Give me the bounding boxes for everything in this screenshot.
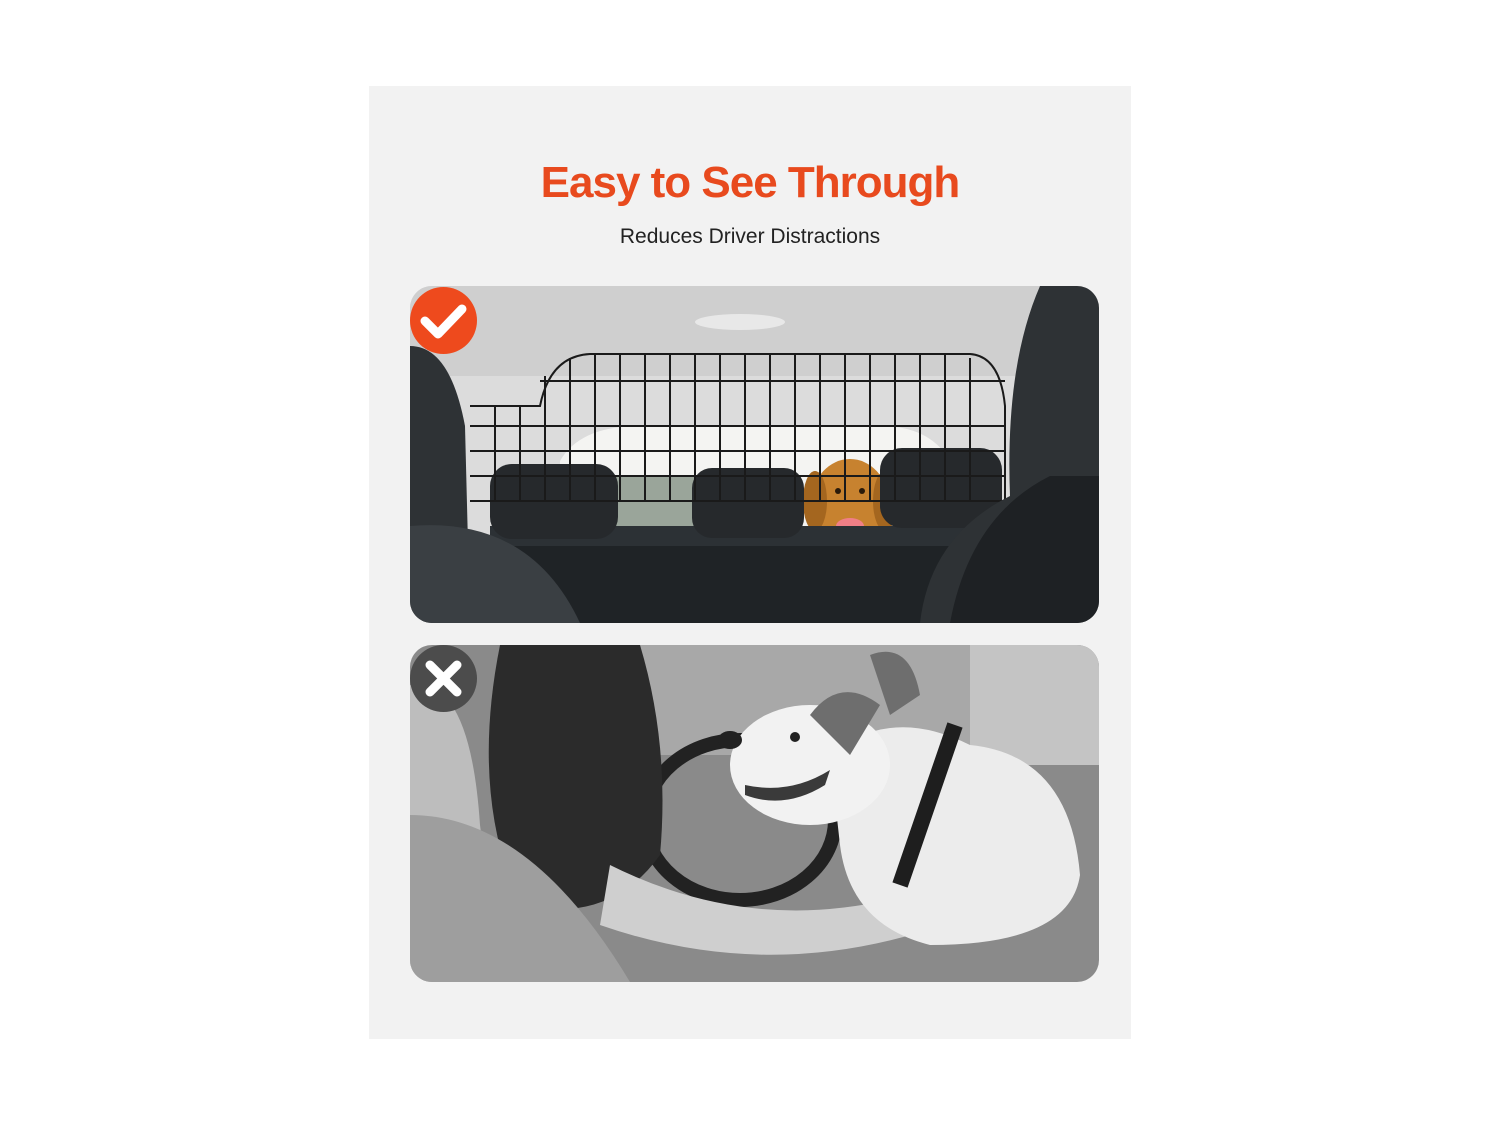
- barrier-photo: [410, 286, 1099, 623]
- page-subtitle: Reduces Driver Distractions: [619, 225, 881, 248]
- distraction-photo: [410, 645, 1099, 982]
- checkmark-icon: [420, 304, 467, 339]
- x-mark-icon: [425, 660, 462, 697]
- x-mark-badge: [410, 645, 477, 712]
- checkmark-badge: [410, 287, 477, 354]
- page-title: Easy to See Through: [540, 158, 961, 207]
